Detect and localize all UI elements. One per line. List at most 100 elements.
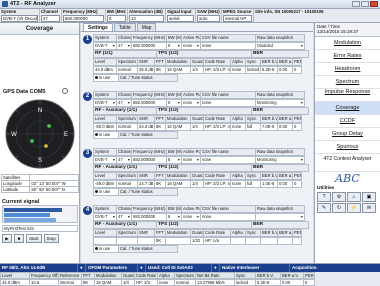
header-code-rate: Code Rate xyxy=(203,229,231,237)
header-code-rate: Code Rate xyxy=(203,172,231,180)
play-button[interactable]: ▶ xyxy=(2,234,12,243)
channel-select[interactable]: 47 xyxy=(116,156,132,164)
close-button[interactable] xyxy=(370,1,378,7)
system-select[interactable]: DVB-T xyxy=(93,99,117,107)
channel-select[interactable]: 47 xyxy=(116,213,132,221)
header-ber-bv: BER b.V. xyxy=(260,172,278,180)
system-select[interactable]: DVB-T xyxy=(93,156,117,164)
settings-icon[interactable]: ⚙ xyxy=(332,192,346,202)
right-panel: Date / Time 13/14/2015 15:19:37 Modulati… xyxy=(314,23,380,263)
csv-input[interactable]: none xyxy=(200,99,256,107)
tps-section-label: TPS (1/2) xyxy=(156,164,252,172)
refresh-icon[interactable]: ↻ xyxy=(332,203,346,213)
system-select[interactable]: DVB-T xyxy=(93,213,117,221)
csv-input[interactable]: none xyxy=(200,156,256,164)
tab-settings[interactable]: Settings xyxy=(83,23,113,31)
ber-section-label: BER xyxy=(251,164,309,172)
power-icon[interactable]: ⚡ xyxy=(347,203,361,213)
attenuation-param[interactable]: Attenuation (dB) 14 xyxy=(128,9,166,22)
stop-button[interactable]: Stop xyxy=(43,234,59,243)
channel-settings-row: DVB-T47682.0000008nonenoneMonitoring xyxy=(93,156,311,164)
csv-input[interactable]: none xyxy=(200,42,256,50)
channel-block: 1SystemChannelFrequency (MHz)BW (MHz)Act… xyxy=(83,34,311,90)
ber-av-value: 0.00 xyxy=(277,123,293,131)
context-analyser-button[interactable]: 4T2 Context Analyser xyxy=(315,154,380,172)
frequency-input[interactable]: 682.000000 xyxy=(131,99,167,107)
frequency-input[interactable]: 682.000000 xyxy=(131,213,167,221)
header-snr: SNR xyxy=(137,172,155,180)
main-panel: Settings Table Map 1SystemChannelFrequen… xyxy=(81,23,313,263)
nav-spectrum[interactable]: Spectrum xyxy=(315,76,380,89)
header-frequency: Frequency (MHz) xyxy=(131,205,167,213)
rawdata-select[interactable] xyxy=(255,213,305,221)
header-bw: BW (MHz) xyxy=(166,91,182,99)
minimize-button[interactable] xyxy=(352,1,360,7)
channel-status-row: in use Cal. / Tune status xyxy=(93,245,311,253)
nav-spurious[interactable]: Spurious xyxy=(315,141,380,154)
satellite-dot xyxy=(30,139,34,143)
channel-select[interactable]: 47 xyxy=(116,99,132,107)
mail-icon[interactable]: ✉ xyxy=(362,203,376,213)
header-per: PER xyxy=(292,229,302,237)
signal-input-param[interactable]: Signal Input aerial xyxy=(166,9,196,22)
nav-headroom[interactable]: Headroom xyxy=(315,63,380,76)
compass-north-label: N xyxy=(38,108,42,114)
status-value: internal xyxy=(58,279,82,286)
rawdata-select[interactable]: Monitoring xyxy=(255,156,305,164)
in-use-checkbox[interactable]: in use xyxy=(93,245,119,253)
help-icon[interactable]: ? xyxy=(317,192,331,202)
nav-ccdf[interactable]: CCDF xyxy=(315,115,380,128)
sync-value xyxy=(245,237,261,245)
channel-param[interactable]: Channel 47 xyxy=(40,9,62,22)
compass-west-label: W xyxy=(11,132,17,138)
csv-input[interactable]: none xyxy=(200,213,256,221)
stop-icon-button[interactable]: ■ xyxy=(14,234,24,243)
plp-select[interactable]: none xyxy=(181,156,201,164)
header-csv: CSV file name xyxy=(200,91,256,99)
header-level: Level xyxy=(93,115,117,123)
file-name-field[interactable]: MyFirstTest 62s xyxy=(2,225,78,232)
nav-error-rates[interactable]: Error Rates xyxy=(315,50,380,63)
bw-select[interactable]: 8 xyxy=(166,99,182,107)
channel-select[interactable]: 47 xyxy=(116,42,132,50)
nav-coverage[interactable]: Coverage xyxy=(315,102,380,115)
system-select[interactable]: DVB-T xyxy=(93,42,117,50)
frequency-input[interactable]: 682.000000 xyxy=(131,42,167,50)
plp-select[interactable]: none xyxy=(181,99,201,107)
system-param[interactable]: System DVB-T (Vit Decode) xyxy=(0,9,40,22)
in-use-checkbox[interactable]: in use xyxy=(93,131,119,139)
header-sync: Sync xyxy=(245,115,261,123)
tab-table[interactable]: Table xyxy=(113,23,136,31)
spectrum-value: normal xyxy=(116,123,138,131)
bw-select[interactable]: 8 xyxy=(166,213,182,221)
in-use-checkbox[interactable]: in use xyxy=(93,188,119,196)
plp-select[interactable]: none xyxy=(181,42,201,50)
channel-section-row: RF - Auxiliary (1/1) TPS (1/2) BER xyxy=(93,164,311,172)
home-icon[interactable]: ⌂ xyxy=(347,192,361,202)
in-use-checkbox[interactable]: in use xyxy=(93,74,119,82)
header-ber-bv: BER b.V. xyxy=(260,229,278,237)
channel-measure-header: Level Spectrum SNR FFT Modulation Guard Code R… xyxy=(93,58,311,66)
screenshot-icon[interactable]: ▣ xyxy=(362,192,376,202)
rawdata-select[interactable]: Disabled xyxy=(255,42,305,50)
bw-select[interactable]: 8 xyxy=(166,42,182,50)
bandwidth-param[interactable]: BW (MHz) 8 xyxy=(106,9,128,22)
frequency-input[interactable]: 682.000000 xyxy=(131,156,167,164)
start-button[interactable]: Start xyxy=(26,234,42,243)
plp-select[interactable]: none xyxy=(181,213,201,221)
nav-modulation[interactable]: Modulation xyxy=(315,37,380,50)
header-channel: Channel xyxy=(116,34,132,42)
saw-param[interactable]: SAW (MHz) auto xyxy=(196,9,222,22)
edit-icon[interactable]: ✎ xyxy=(317,203,331,213)
gps-data-label: GPS Data COM5 xyxy=(3,89,46,95)
bw-select[interactable]: 8 xyxy=(166,156,182,164)
maximize-button[interactable] xyxy=(361,1,369,7)
snr-value: 25.0 dB xyxy=(137,66,155,74)
tab-map[interactable]: Map xyxy=(136,23,157,31)
frequency-param[interactable]: Frequency (MHz) 682.000000 xyxy=(62,9,106,22)
nav-impulse-response[interactable]: Impulse Response xyxy=(315,89,380,102)
nav-group-delay[interactable]: Group Delay xyxy=(315,128,380,141)
status-header: Sync xyxy=(234,272,256,279)
mpeg-source-param[interactable]: MPEG Source internal HP xyxy=(222,9,254,22)
rawdata-select[interactable]: Monitoring xyxy=(255,99,305,107)
